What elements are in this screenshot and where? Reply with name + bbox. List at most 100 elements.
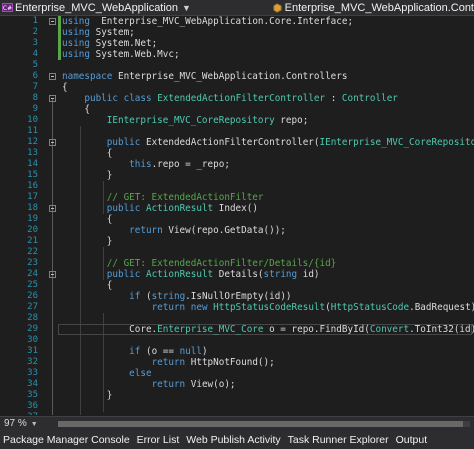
zoom-level: 97 % [4, 418, 27, 429]
collapse-toggle-icon[interactable] [49, 271, 56, 278]
code-line[interactable]: 19 { [0, 214, 474, 225]
code-line[interactable]: 8 public class ExtendedActionFilterContr… [0, 93, 474, 104]
code-token: { [62, 214, 113, 225]
tab-output[interactable]: Output [393, 434, 432, 446]
code-line[interactable]: 37 [0, 412, 474, 415]
keyword-token: return [151, 357, 186, 368]
comment-token: // GET: ExtendedActionFilter [106, 192, 264, 203]
csharp-project-icon: C# [2, 3, 13, 12]
tool-window-tabs: Package Manager Console Error List Web P… [0, 431, 474, 449]
type-token: IEnterprise_MVC_CoreRepository [319, 137, 474, 148]
code-line[interactable]: 26 if (string.IsNullOrEmpty(id)) [0, 291, 474, 302]
code-line[interactable]: 4 using System.Web.Mvc; [0, 49, 474, 60]
horizontal-scrollbar[interactable] [58, 421, 470, 427]
keyword-token: using [62, 38, 90, 49]
code-token: id) [297, 269, 320, 280]
code-line[interactable]: 32 return HttpNotFound(); [0, 357, 474, 368]
code-line[interactable]: 36 [0, 401, 474, 412]
code-line[interactable]: 10 IEnterprise_MVC_CoreRepository repo; [0, 115, 474, 126]
code-line[interactable]: 1 using Enterprise_MVC_WebApplication.Cor… [0, 16, 474, 27]
line-number: 35 [27, 390, 38, 400]
code-token: ExtendedActionFilterController( [140, 137, 320, 148]
comment-token: // GET: ExtendedActionFilter/Details/{id… [106, 258, 337, 269]
keyword-token: public [84, 93, 118, 104]
code-line[interactable]: 35 } [0, 390, 474, 401]
tab-error-list[interactable]: Error List [134, 434, 184, 446]
code-line[interactable]: 25 { [0, 280, 474, 291]
line-number: 3 [32, 38, 38, 48]
code-line[interactable]: 22 [0, 247, 474, 258]
code-text: if (o == null) [62, 346, 208, 357]
line-number: 28 [27, 313, 38, 323]
tab-package-manager-console[interactable]: Package Manager Console [0, 434, 134, 446]
line-number: 4 [32, 49, 38, 59]
code-line[interactable]: 34 return View(o); [0, 379, 474, 390]
type-token: HttpStatusCode [330, 302, 410, 313]
code-line[interactable]: 27 return new HttpStatusCodeResult(HttpS… [0, 302, 474, 313]
collapse-toggle-icon[interactable] [49, 205, 56, 212]
type-token: ExtendedActionFilterController [157, 93, 326, 104]
code-line[interactable]: 33 else [0, 368, 474, 379]
code-line[interactable]: 23 // GET: ExtendedActionFilter/Details/… [0, 258, 474, 269]
code-token: } [62, 236, 113, 247]
line-number: 16 [27, 181, 38, 191]
code-line[interactable]: 13 { [0, 148, 474, 159]
tab-web-publish-activity[interactable]: Web Publish Activity [183, 434, 284, 446]
code-line[interactable]: 31 if (o == null) [0, 346, 474, 357]
code-token: : [325, 93, 342, 104]
code-line[interactable]: 9 { [0, 104, 474, 115]
code-line[interactable]: 2 using System; [0, 27, 474, 38]
code-line[interactable]: 3 using System.Net; [0, 38, 474, 49]
code-line[interactable]: 24 public ActionResult Details(string id… [0, 269, 474, 280]
keyword-token: using [62, 27, 90, 38]
code-line[interactable]: 17 // GET: ExtendedActionFilter [0, 192, 474, 203]
line-number: 21 [27, 236, 38, 246]
code-text: if (string.IsNullOrEmpty(id)) [62, 291, 291, 302]
code-line[interactable]: 14 this.repo = _repo; [0, 159, 474, 170]
type-token: ActionResult [145, 203, 214, 214]
class-dropdown[interactable]: Enterprise_MVC_WebApplication.Cont [270, 0, 474, 15]
code-line[interactable]: 30 [0, 335, 474, 346]
collapse-toggle-icon[interactable] [49, 139, 56, 146]
code-line[interactable]: 12 public ExtendedActionFilterController… [0, 137, 474, 148]
code-line[interactable]: 28 [0, 313, 474, 324]
collapse-toggle-icon[interactable] [49, 95, 56, 102]
code-text: this.repo = _repo; [62, 159, 230, 170]
line-number: 17 [27, 192, 38, 202]
code-line[interactable]: 6 namespace Enterprise_MVC_WebApplication… [0, 71, 474, 82]
line-number: 1 [32, 16, 38, 26]
code-line[interactable]: 7{ [0, 82, 474, 93]
collapse-toggle-icon[interactable] [49, 73, 56, 80]
code-line[interactable]: 16 [0, 181, 474, 192]
code-token: ( [140, 291, 152, 302]
code-line[interactable]: 20 return View(repo.GetData()); [0, 225, 474, 236]
line-number: 33 [27, 368, 38, 378]
line-number: 29 [27, 324, 38, 334]
code-editor[interactable]: 1 using Enterprise_MVC_WebApplication.Cor… [0, 16, 474, 415]
line-number: 11 [27, 126, 38, 136]
code-line[interactable]: 18 public ActionResult Index() [0, 203, 474, 214]
code-line[interactable]: 11 [0, 126, 474, 137]
tab-task-runner-explorer[interactable]: Task Runner Explorer [285, 434, 393, 446]
project-dropdown[interactable]: C# Enterprise_MVC_WebApplication ▼ [0, 0, 197, 15]
code-text: using System.Web.Mvc; [62, 49, 180, 60]
code-token: ) [201, 346, 208, 357]
collapse-toggle-icon[interactable] [49, 18, 56, 25]
code-line[interactable]: 21 } [0, 236, 474, 247]
code-token: } [62, 170, 113, 181]
keyword-token: class [123, 93, 152, 104]
code-line[interactable]: 15 } [0, 170, 474, 181]
zoom-selector[interactable]: 97 % ▼ [4, 418, 38, 429]
code-line[interactable]: 29 Core.Enterprise_MVC_Core o = repo.Fin… [0, 324, 474, 335]
scrollbar-thumb[interactable] [58, 421, 463, 427]
line-number: 12 [27, 137, 38, 147]
code-line[interactable]: 5 [0, 60, 474, 71]
